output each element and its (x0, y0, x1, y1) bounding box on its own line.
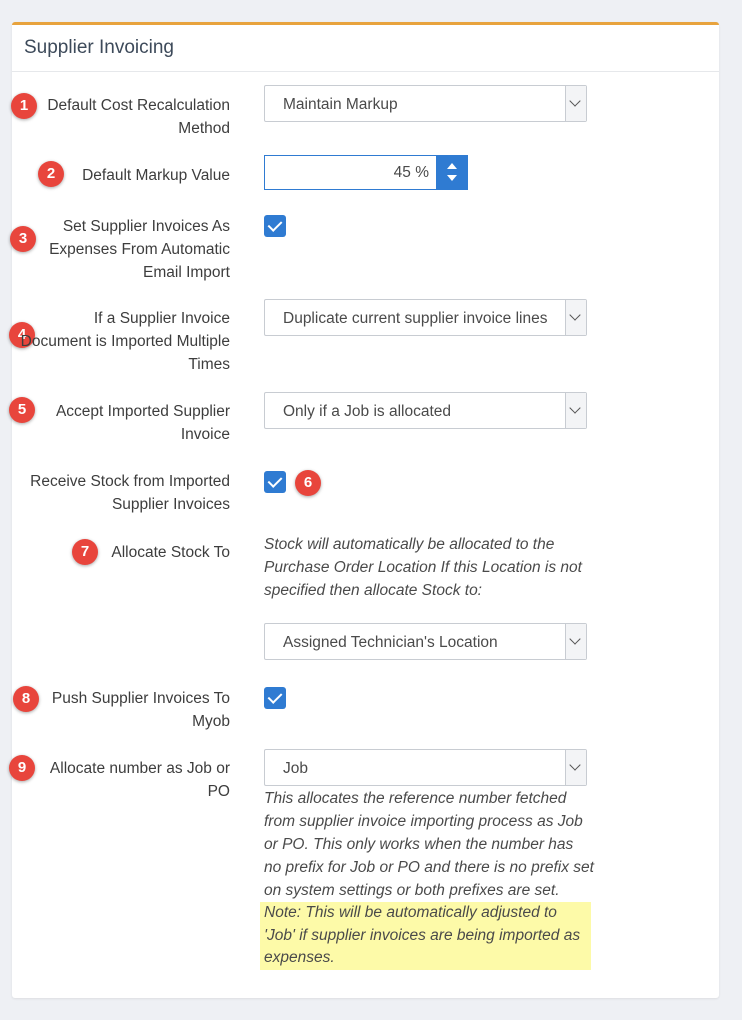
allocate-stock-to-select[interactable]: Assigned Technician's Location (264, 623, 587, 660)
select-value: Maintain Markup (283, 96, 398, 113)
chevron-down-icon[interactable] (565, 393, 586, 428)
supplier-invoicing-panel: Supplier Invoicing 1 Default Cost Recalc… (9, 22, 719, 998)
select-value: Assigned Technician's Location (283, 634, 498, 651)
allocate-number-select[interactable]: Job (264, 749, 587, 786)
chevron-down-icon[interactable] (565, 300, 586, 335)
panel-header: Supplier Invoicing (12, 25, 719, 72)
check-icon (267, 689, 283, 704)
default-markup-value-input[interactable]: 45 % (264, 155, 468, 190)
check-icon (267, 217, 283, 232)
markup-value: 45 % (393, 164, 429, 181)
select-value: Job (283, 760, 308, 777)
default-markup-value-label: Default Markup Value (82, 167, 230, 184)
step-badge-6: 6 (295, 470, 321, 496)
chevron-down-icon[interactable] (565, 624, 586, 659)
imported-multiple-times-select[interactable]: Duplicate current supplier invoice lines (264, 299, 587, 336)
allocate-number-label: Allocate number as Job or PO (49, 760, 230, 800)
up-down-arrows-icon[interactable] (436, 155, 468, 190)
receive-stock-checkbox[interactable] (264, 471, 286, 493)
set-invoices-as-expenses-checkbox[interactable] (264, 215, 286, 237)
select-value: Only if a Job is allocated (283, 403, 452, 420)
set-invoices-as-expenses-label: Set Supplier Invoices As Expenses From A… (49, 218, 230, 281)
chevron-down-icon[interactable] (565, 750, 586, 785)
allocate-stock-to-label: Allocate Stock To (111, 544, 230, 561)
push-to-myob-label: Push Supplier Invoices To Myob (51, 690, 230, 730)
allocate-number-help-text: This allocates the reference number fetc… (264, 790, 594, 899)
panel-title: Supplier Invoicing (24, 37, 174, 58)
note-text: Note: This will be automatically adjuste… (264, 904, 581, 966)
accept-imported-invoice-label: Accept Imported Supplier Invoice (55, 403, 230, 443)
receive-stock-label: Receive Stock from Imported Supplier Inv… (30, 473, 230, 513)
chevron-down-icon[interactable] (565, 86, 586, 121)
push-to-myob-checkbox[interactable] (264, 687, 286, 709)
accept-imported-invoice-select[interactable]: Only if a Job is allocated (264, 392, 587, 429)
imported-multiple-times-label: If a Supplier Invoice Document is Import… (20, 310, 230, 373)
check-icon (267, 473, 283, 488)
default-cost-recalculation-method-select[interactable]: Maintain Markup (264, 85, 587, 122)
default-cost-recalculation-method-label: Default Cost Recalculation Method (47, 97, 230, 137)
select-value: Duplicate current supplier invoice lines (283, 310, 548, 327)
note-highlight: Note: This will be automatically adjuste… (260, 902, 591, 970)
allocate-stock-help-text: Stock will automatically be allocated to… (264, 536, 582, 599)
